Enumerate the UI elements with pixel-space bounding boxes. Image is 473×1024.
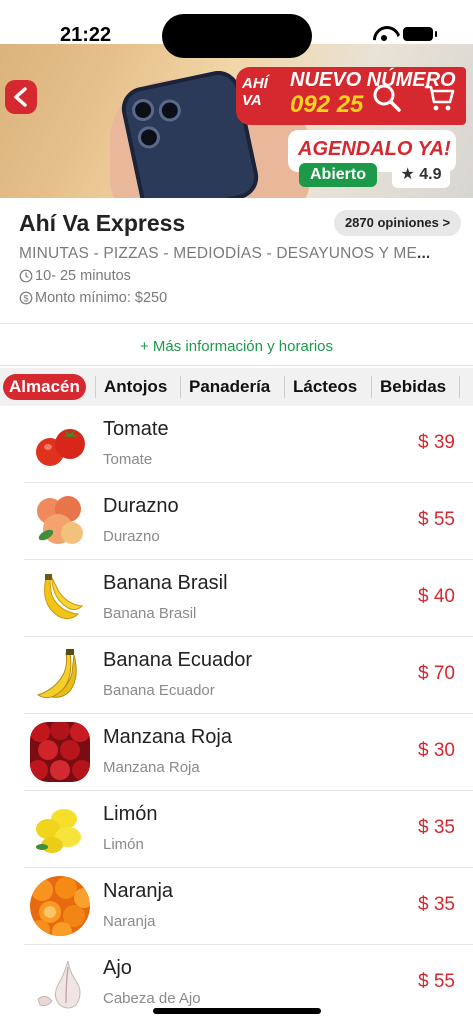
tab-antojos[interactable]: Antojos [98, 374, 173, 400]
reviews-button[interactable]: 2870 opiniones > [334, 210, 461, 236]
status-time: 21:22 [60, 24, 112, 46]
tab-separator [371, 376, 372, 398]
promo-number: 092 25 [290, 91, 364, 118]
promo-cta: AGENDALO YA! [298, 138, 451, 160]
product-description: Limón [103, 836, 144, 853]
dynamic-island [162, 14, 312, 58]
tab-separator [180, 376, 181, 398]
banana-icon [44, 574, 84, 620]
tab-almacen[interactable]: Almacén [3, 374, 86, 400]
status-icons [373, 26, 437, 42]
product-row[interactable]: Limón Limón $ 35 [24, 791, 473, 868]
delivery-time: 10- 25 minutos [19, 268, 131, 284]
product-price: $ 35 [418, 817, 455, 838]
orange-icon [30, 876, 90, 936]
product-description: Banana Ecuador [103, 682, 215, 699]
rating-value: 4.9 [419, 166, 442, 183]
cart-icon [424, 85, 455, 111]
product-name: Manzana Roja [103, 726, 232, 748]
divider [0, 323, 473, 324]
search-button[interactable] [372, 83, 402, 113]
product-name: Durazno [103, 495, 179, 517]
minimum-amount: $ Monto mínimo: $250 [19, 290, 167, 306]
star-icon: ★ [400, 166, 415, 183]
product-price: $ 55 [418, 971, 455, 992]
home-indicator [153, 1008, 321, 1014]
battery-icon [403, 27, 437, 41]
brand-logo: AHÍ VA [242, 75, 268, 109]
product-description: Banana Brasil [103, 605, 197, 622]
banana-icon [36, 649, 77, 699]
product-price: $ 55 [418, 509, 455, 530]
product-name: Naranja [103, 880, 174, 902]
tab-separator [284, 376, 285, 398]
tomato-icon [36, 429, 85, 466]
product-price: $ 30 [418, 740, 455, 761]
clock-icon [19, 269, 33, 283]
open-status-badge: Abierto [299, 163, 377, 187]
camera-lens-icon [135, 124, 162, 151]
search-icon [373, 84, 401, 112]
product-price: $ 70 [418, 663, 455, 684]
product-name: Limón [103, 803, 158, 825]
camera-lens-icon [156, 97, 183, 124]
product-name: Banana Brasil [103, 572, 228, 594]
product-name: Tomate [103, 418, 169, 440]
product-description: Tomate [103, 451, 153, 468]
store-name: Ahí Va Express [19, 210, 186, 236]
camera-lens-icon [130, 96, 157, 124]
apple-icon [30, 722, 90, 782]
more-info-link[interactable]: + Más información y horarios [0, 338, 473, 355]
category-tabs: Almacén Antojos Panadería Lácteos Bebida… [0, 368, 473, 406]
product-price: $ 40 [418, 586, 455, 607]
categories-text: MINUTAS - PIZZAS - MEDIODÍAS - DESAYUNOS… [19, 245, 417, 262]
product-price: $ 35 [418, 894, 455, 915]
tab-panaderia[interactable]: Panadería [183, 374, 276, 400]
garlic-icon [37, 960, 81, 1009]
divider [0, 365, 473, 366]
product-description: Cabeza de Ajo [103, 990, 201, 1007]
tab-separator [459, 376, 460, 398]
product-name: Banana Ecuador [103, 649, 253, 671]
peach-icon [37, 496, 83, 544]
product-row[interactable]: Naranja Naranja $ 35 [24, 868, 473, 945]
lemon-icon [36, 809, 81, 853]
delivery-time-text: 10- 25 minutos [35, 268, 131, 284]
product-description: Naranja [103, 913, 156, 930]
dollar-icon: $ [19, 291, 33, 305]
minimum-amount-text: Monto mínimo: $250 [35, 290, 168, 306]
product-price: $ 39 [418, 432, 455, 453]
cart-button[interactable] [424, 82, 456, 114]
tab-bebidas[interactable]: Bebidas [374, 374, 452, 400]
back-button[interactable] [5, 80, 37, 114]
product-description: Manzana Roja [103, 759, 200, 776]
tab-lacteos[interactable]: Lácteos [287, 374, 363, 400]
product-row[interactable]: Banana Ecuador Banana Ecuador $ 70 [24, 637, 473, 714]
product-name: Ajo [103, 957, 132, 979]
tab-separator [95, 376, 96, 398]
product-row[interactable]: Banana Brasil Banana Brasil $ 40 [24, 560, 473, 637]
wifi-icon [373, 26, 395, 42]
product-row[interactable]: Manzana Roja Manzana Roja $ 30 [24, 714, 473, 791]
status-bar: 21:22 [0, 0, 473, 58]
chevron-left-icon [14, 87, 27, 107]
categories-ellipsis: ... [416, 245, 429, 262]
product-description: Durazno [103, 528, 160, 545]
svg-text:$: $ [23, 293, 28, 303]
product-row[interactable]: Tomate Tomate $ 39 [24, 406, 473, 483]
store-categories: MINUTAS - PIZZAS - MEDIODÍAS - DESAYUNOS… [19, 245, 429, 263]
rating-badge: ★ 4.9 [392, 162, 450, 188]
product-row[interactable]: Durazno Durazno $ 55 [24, 483, 473, 560]
